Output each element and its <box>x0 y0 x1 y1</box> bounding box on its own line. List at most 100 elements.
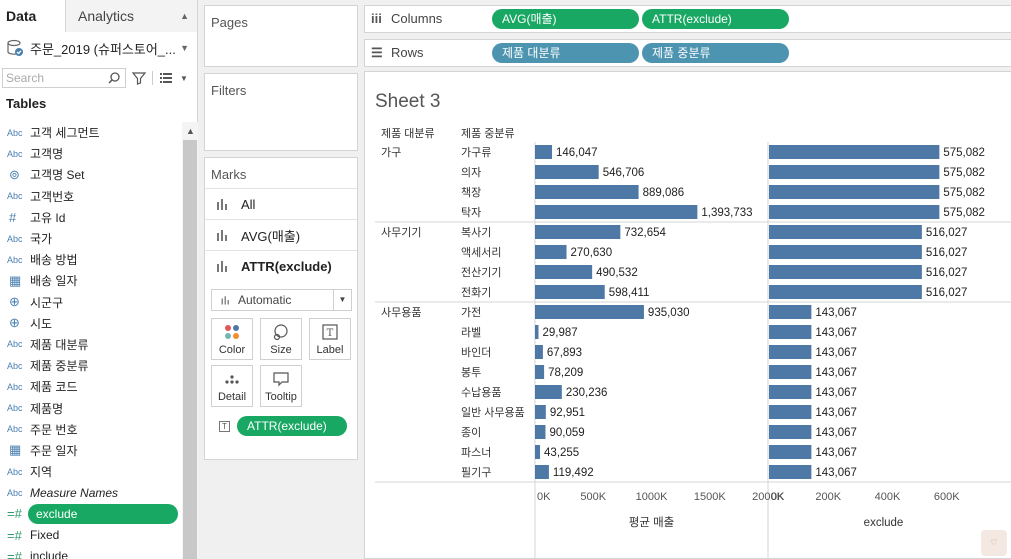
field-item[interactable]: Abc 지역 <box>0 461 182 482</box>
avg-sales-data-label: 490,532 <box>596 267 638 279</box>
marks-attr-exclude[interactable]: ATTR(exclude) <box>205 250 357 281</box>
avg-sales-data-label: 1,393,733 <box>701 207 752 219</box>
color-button[interactable]: Color <box>211 318 253 360</box>
field-item[interactable]: Abc Measure Names <box>0 482 182 503</box>
rows-pill-category[interactable]: 제품 대분류 <box>492 43 639 63</box>
subcategory-label: 가전 <box>461 306 481 319</box>
field-item[interactable]: Abc 국가 <box>0 228 182 249</box>
avg-sales-data-label: 67,893 <box>547 347 582 359</box>
marks-avg-sales[interactable]: AVG(매출) <box>205 219 357 250</box>
tooltip-button[interactable]: Tooltip <box>260 365 302 407</box>
string-type-icon: Abc <box>7 339 23 350</box>
divider <box>152 71 153 85</box>
field-label: 시도 <box>30 316 53 331</box>
field-item[interactable]: Abc 고객번호 <box>0 186 182 207</box>
view-list-icon[interactable] <box>158 70 174 86</box>
avg-sales-data-label: 29,987 <box>542 327 577 339</box>
view-dropdown-icon[interactable]: ▼ <box>180 74 188 83</box>
exclude-data-label: 143,067 <box>815 467 857 479</box>
avg-sales-data-label: 119,492 <box>553 467 594 479</box>
field-item[interactable]: ⊚ 고객명 Set <box>0 164 182 185</box>
detail-button[interactable]: Detail <box>211 365 253 407</box>
marks-all[interactable]: All <box>205 188 357 219</box>
field-item[interactable]: =# exclude <box>0 503 182 525</box>
subcategory-label: 전화기 <box>461 286 491 299</box>
x-tick-label: 1000K <box>636 491 668 503</box>
marks-pill-attr-exclude[interactable]: ATTR(exclude) <box>237 416 347 436</box>
string-type-icon: Abc <box>7 127 23 138</box>
field-item[interactable]: ⊕ 시군구 <box>0 292 182 313</box>
field-label: 고객명 Set <box>30 168 85 183</box>
string-type-icon: Abc <box>7 424 23 435</box>
category-label: 사무기기 <box>381 226 421 239</box>
color-icon <box>225 325 239 339</box>
columns-shelf[interactable]: iii Columns AVG(매출) ATTR(exclude) <box>364 5 1011 33</box>
field-label: 제품명 <box>30 401 64 416</box>
exclude-bar <box>769 465 812 479</box>
field-item[interactable]: Abc 배송 방법 <box>0 249 182 270</box>
worksheet-view[interactable]: Sheet 3 제품 대분류 제품 중분류 가구 가구류 146,047 575,082 의자… <box>364 71 1011 559</box>
field-label: 고유 Id <box>30 210 66 225</box>
row-header-subcategory: 제품 중분류 <box>461 127 515 140</box>
field-item[interactable]: Abc 고객 세그먼트 <box>0 122 182 143</box>
subcategory-label: 봉투 <box>461 366 481 379</box>
chevron-down-icon[interactable]: ▼ <box>333 290 351 310</box>
avg-sales-bar <box>535 165 599 179</box>
field-item[interactable]: ▦ 배송 일자 <box>0 270 182 291</box>
search-placeholder: Search <box>6 71 45 85</box>
field-label: Fixed <box>30 528 60 543</box>
tooltip-icon <box>273 372 289 387</box>
bar-marks-icon <box>221 296 229 305</box>
columns-pill-avg-sales[interactable]: AVG(매출) <box>492 9 639 29</box>
avg-sales-data-label: 889,086 <box>643 187 685 199</box>
label-button[interactable]: T Label <box>309 318 351 360</box>
filters-card[interactable]: Filters <box>204 73 358 151</box>
columns-pill-attr-exclude[interactable]: ATTR(exclude) <box>642 9 789 29</box>
columns-label-text: Columns <box>391 11 443 26</box>
filter-icon[interactable] <box>131 70 147 86</box>
calculated-measure-icon: =# <box>7 506 22 522</box>
avg-sales-data-label: 935,030 <box>648 307 690 319</box>
subcategory-label: 일반 사무용품 <box>461 405 525 419</box>
datasource-row[interactable]: 주문_2019 (슈퍼스토어_... <box>0 32 197 64</box>
field-item[interactable]: Abc 제품명 <box>0 397 182 418</box>
field-item[interactable]: Abc 고객명 <box>0 143 182 164</box>
sort-caret-icon[interactable]: ▲ ▼ <box>180 0 189 64</box>
bar-marks-icon <box>217 199 227 210</box>
field-item[interactable]: ▦ 주문 일자 <box>0 440 182 461</box>
rows-icon: ☰ <box>371 45 383 60</box>
field-item[interactable]: =# Fixed <box>0 525 182 546</box>
datasource-name: 주문_2019 (슈퍼스토어_... <box>30 41 176 57</box>
scrollbar-thumb[interactable] <box>183 140 197 559</box>
exclude-data-label: 575,082 <box>943 167 985 179</box>
row-header-category: 제품 대분류 <box>381 127 435 140</box>
search-input[interactable]: Search <box>2 68 126 88</box>
field-label: 주문 번호 <box>30 422 78 437</box>
field-list-scrollbar[interactable]: ▲ <box>182 122 198 559</box>
field-item[interactable]: Abc 주문 번호 <box>0 419 182 440</box>
mark-type-select[interactable]: Automatic ▼ <box>211 289 352 311</box>
globe-icon: ⊕ <box>9 294 20 310</box>
field-item[interactable]: Abc 제품 대분류 <box>0 334 182 355</box>
field-item[interactable]: ⊕ 시도 <box>0 313 182 334</box>
field-item[interactable]: =# include <box>0 546 182 559</box>
search-row: Search ▼ <box>0 64 197 92</box>
tab-analytics[interactable]: Analytics ▲ ▼ <box>66 0 197 53</box>
subcategory-label: 의자 <box>461 166 481 179</box>
exclude-bar <box>769 425 812 439</box>
pages-card[interactable]: Pages <box>204 5 358 67</box>
bar-chart[interactable]: Sheet 3 제품 대분류 제품 중분류가구 가구류 146,047 575,082 의자… <box>365 72 1011 559</box>
x-tick-label: 0K <box>537 491 551 503</box>
rows-pill-subcategory[interactable]: 제품 중분류 <box>642 43 789 63</box>
size-button[interactable]: Size <box>260 318 302 360</box>
exclude-data-label: 575,082 <box>943 147 985 159</box>
field-item[interactable]: Abc 제품 중분류 <box>0 355 182 376</box>
rows-shelf[interactable]: ☰ Rows 제품 대분류 제품 중분류 <box>364 39 1011 67</box>
exclude-bar <box>769 325 812 339</box>
tab-data[interactable]: Data <box>0 0 66 32</box>
x-tick-label: 0K <box>771 491 785 503</box>
field-item[interactable]: # 고유 Id <box>0 207 182 228</box>
marks-attr-exclude-label: ATTR(exclude) <box>241 258 332 274</box>
scroll-up-icon[interactable]: ▲ <box>186 126 195 136</box>
field-item[interactable]: Abc 제품 코드 <box>0 376 182 397</box>
